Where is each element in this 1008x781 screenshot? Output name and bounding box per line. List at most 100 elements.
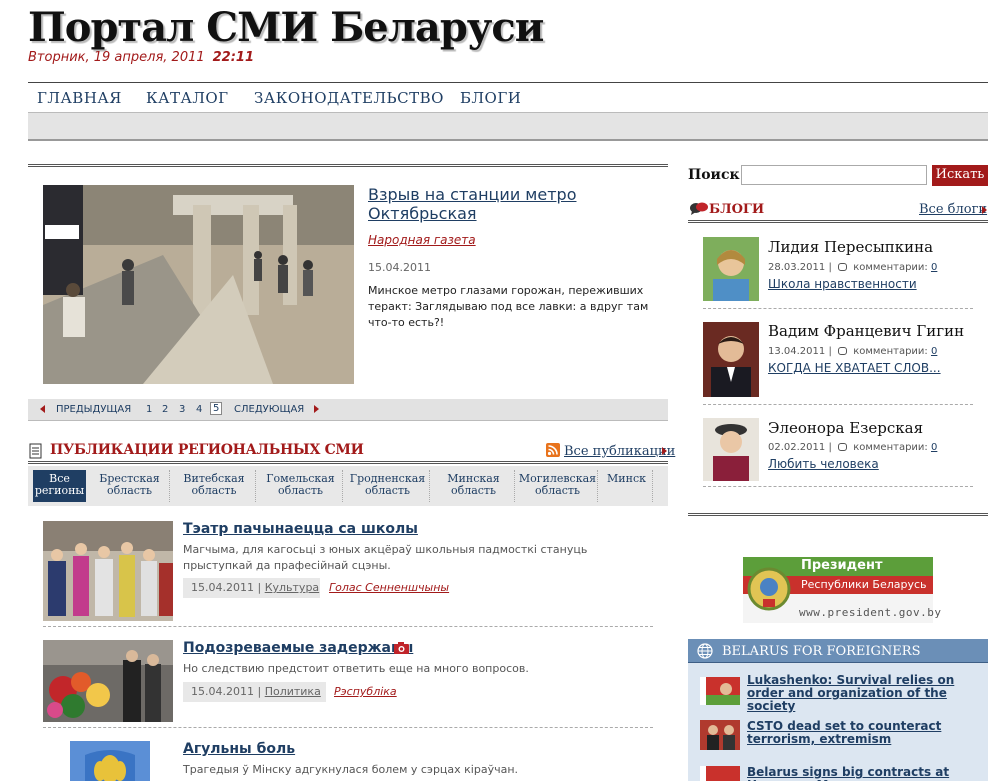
nav-item-legislation[interactable]: ЗАКОНОДАТЕЛЬСТВО <box>254 89 444 107</box>
tab-grodno[interactable]: Гродненская область <box>346 470 430 502</box>
blog-meta: 02.02.2011 | комментарии: 0 <box>768 442 938 453</box>
feature-date: 15.04.2011 <box>368 261 431 274</box>
news-text: Магчыма, для кагосьці з юных акцёраў шко… <box>183 543 588 572</box>
pager-page-4[interactable]: 4 <box>196 404 202 415</box>
blog-author[interactable]: Элеонора Езерская <box>768 419 923 437</box>
main-nav: ГЛАВНАЯ КАТАЛОГ ЗАКОНОДАТЕЛЬСТВО БЛОГИ <box>28 82 988 113</box>
president-line2: Республики Беларусь <box>801 578 927 591</box>
news-meta: 15.04.2011 | Политика <box>183 682 326 702</box>
all-publications-arrow-icon <box>662 447 667 455</box>
tab-brest[interactable]: Брестская область <box>90 470 170 502</box>
pager-next[interactable]: СЛЕДУЮЩАЯ <box>234 404 304 415</box>
region-tabs: Все регионы Брестская область Витебская … <box>28 466 668 506</box>
blog-meta: 13.04.2011 | комментарии: 0 <box>768 346 938 357</box>
news-date: 15.04.2011 <box>191 581 254 594</box>
news-text: Трагедыя ў Мінску адгукнулася болем у сэ… <box>183 763 519 776</box>
all-blogs-arrow-icon <box>982 206 987 214</box>
blog-post-link[interactable]: Школа нравственности <box>768 277 917 291</box>
news-category[interactable]: Политика <box>265 685 321 698</box>
foreigners-title: BELARUS FOR FOREIGNERS <box>722 644 921 659</box>
blog-date: 02.02.2011 <box>768 442 826 453</box>
site-title[interactable]: Портал СМИ Беларуси <box>28 4 544 51</box>
tab-mogilev[interactable]: Могилевская область <box>518 470 598 502</box>
blog-bubble-icon <box>690 202 708 215</box>
news-image[interactable] <box>43 640 173 722</box>
current-date: Вторник, 19 апреля, 2011 <box>28 50 205 65</box>
tab-minsk-region[interactable]: Минская область <box>433 470 515 502</box>
blog-date: 13.04.2011 <box>768 346 826 357</box>
pager-page-2[interactable]: 2 <box>162 404 168 415</box>
news-image[interactable] <box>70 741 150 781</box>
blog-comments-label: комментарии: <box>853 442 928 453</box>
all-blogs-link[interactable]: Все блоги <box>919 202 987 217</box>
foreigners-item-link[interactable]: CSTO dead set to counteract terrorism, e… <box>747 720 985 746</box>
comment-icon <box>838 263 847 271</box>
tab-vitebsk[interactable]: Витебская область <box>173 470 256 502</box>
news-title[interactable]: Агульны боль <box>183 741 295 757</box>
search-label: Поиск <box>688 167 740 183</box>
next-arrow-icon[interactable] <box>314 405 319 413</box>
camera-icon <box>394 642 409 654</box>
blog-comments-count[interactable]: 0 <box>931 442 937 453</box>
blog-divider <box>703 486 973 487</box>
blog-comments-label: комментарии: <box>853 346 928 357</box>
current-time: 22:11 <box>212 50 255 65</box>
pager-page-3[interactable]: 3 <box>179 404 185 415</box>
feature-source[interactable]: Народная газета <box>368 233 476 247</box>
blog-comments-count[interactable]: 0 <box>931 346 937 357</box>
prev-arrow-icon[interactable] <box>40 405 45 413</box>
blog-post-link[interactable]: КОГДА НЕ ХВАТАЕТ СЛОВ... <box>768 361 941 375</box>
blog-comments-count[interactable]: 0 <box>931 262 937 273</box>
globe-icon <box>697 643 713 659</box>
foreigners-thumbnail[interactable] <box>700 677 740 705</box>
search-input[interactable] <box>741 165 927 185</box>
feature-image[interactable] <box>43 185 354 384</box>
blog-avatar[interactable] <box>703 322 759 397</box>
rss-icon[interactable] <box>546 443 560 457</box>
nav-item-blogs[interactable]: БЛОГИ <box>460 89 521 107</box>
document-icon <box>29 443 42 459</box>
news-date: 15.04.2011 <box>191 685 254 698</box>
tab-all-regions[interactable]: Все регионы <box>33 470 86 502</box>
comment-icon <box>838 443 847 451</box>
blog-author[interactable]: Лидия Пересыпкина <box>768 238 933 256</box>
feature-pager: ПРЕДЫДУЩАЯ 1 2 3 4 5 СЛЕДУЮЩАЯ <box>28 399 668 421</box>
blog-divider <box>703 308 973 309</box>
news-source[interactable]: Голас Сенненшчыны <box>329 581 449 594</box>
feature-text: Минское метро глазами горожан, переживши… <box>368 284 649 329</box>
blog-author[interactable]: Вадим Францевич Гигин <box>768 322 964 340</box>
tab-gomel[interactable]: Гомельская область <box>259 470 343 502</box>
search-button[interactable]: Искать <box>932 165 988 186</box>
blog-comments-label: комментарии: <box>853 262 928 273</box>
news-title[interactable]: Тэатр пачынаецца са школы <box>183 521 418 537</box>
blog-meta: 28.03.2011 | комментарии: 0 <box>768 262 938 273</box>
president-url: www.president.gov.by <box>799 606 942 619</box>
nav-item-home[interactable]: ГЛАВНАЯ <box>37 89 122 107</box>
date-line: Вторник, 19 апреля, 2011 22:11 <box>28 50 254 65</box>
news-divider <box>43 626 653 627</box>
blog-date: 28.03.2011 <box>768 262 826 273</box>
president-banner[interactable]: Президент Республики Беларусь www.presid… <box>743 557 941 623</box>
blog-post-link[interactable]: Любить человека <box>768 457 879 471</box>
blogs-title: БЛОГИ <box>709 202 765 217</box>
pager-prev[interactable]: ПРЕДЫДУЩАЯ <box>56 404 131 415</box>
news-image[interactable] <box>43 521 173 621</box>
all-publications-link[interactable]: Все публикации <box>564 444 675 459</box>
foreigners-thumbnail[interactable] <box>700 720 740 750</box>
president-line1: Президент <box>801 558 883 573</box>
blog-avatar[interactable] <box>703 418 759 481</box>
news-title[interactable]: Подозреваемые задержаны <box>183 640 413 656</box>
pager-page-current[interactable]: 5 <box>210 402 223 415</box>
news-source[interactable]: Рэспубліка <box>334 685 397 698</box>
tab-minsk[interactable]: Минск <box>601 470 653 502</box>
foreigners-item-link[interactable]: Lukashenko: Survival relies on order and… <box>747 674 985 713</box>
blog-avatar[interactable] <box>703 237 759 301</box>
sub-nav-bar <box>28 113 988 141</box>
pager-page-1[interactable]: 1 <box>146 404 152 415</box>
foreigners-thumbnail[interactable] <box>700 766 740 781</box>
foreigners-item-link[interactable]: Belarus signs big contracts at Hannover … <box>747 766 985 781</box>
feature-title[interactable]: Взрыв на станции метро Октябрьская <box>368 185 648 223</box>
nav-item-catalog[interactable]: КАТАЛОГ <box>146 89 229 107</box>
news-category[interactable]: Культура <box>265 581 319 594</box>
news-meta: 15.04.2011 | Культура <box>183 578 320 598</box>
